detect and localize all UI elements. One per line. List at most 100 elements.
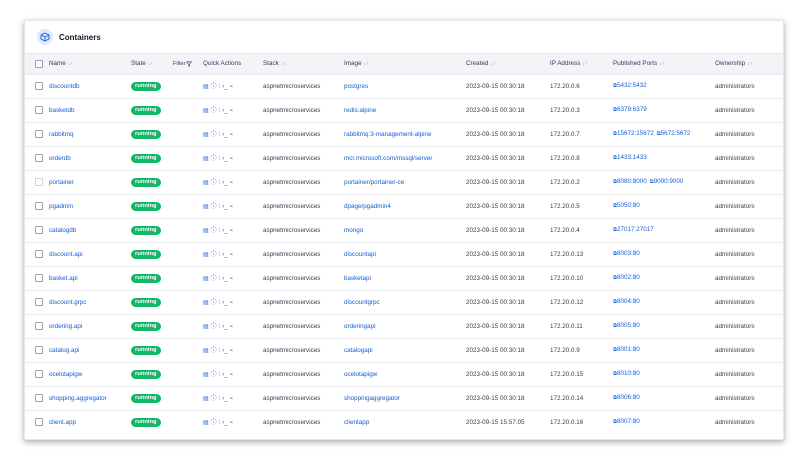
image-link[interactable]: clientapp <box>344 419 369 426</box>
stats-icon[interactable]: ⫶ <box>219 276 221 282</box>
column-state[interactable]: State ↓↑ <box>131 54 173 74</box>
logs-icon[interactable]: ▤ <box>203 156 209 162</box>
row-checkbox[interactable] <box>35 298 43 306</box>
container-name-link[interactable]: discount.grpc <box>49 299 86 306</box>
inspect-icon[interactable]: ⓘ <box>211 204 217 210</box>
console-icon[interactable]: ›_ <box>222 396 227 402</box>
inspect-icon[interactable]: ⓘ <box>211 108 217 114</box>
column-ownership[interactable]: Ownership ↓↑ <box>715 54 783 74</box>
attach-icon[interactable]: ⌁ <box>230 84 234 90</box>
row-checkbox[interactable] <box>35 274 43 282</box>
console-icon[interactable]: ›_ <box>222 132 227 138</box>
stats-icon[interactable]: ⫶ <box>219 324 221 330</box>
console-icon[interactable]: ›_ <box>222 204 227 210</box>
inspect-icon[interactable]: ⓘ <box>211 276 217 282</box>
image-link[interactable]: shoppingaggregator <box>344 395 400 402</box>
published-port-link[interactable]: ⧉27017:27017 <box>613 226 654 233</box>
stats-icon[interactable]: ⫶ <box>219 396 221 402</box>
image-link[interactable]: mcr.microsoft.com/mssql/server <box>344 155 433 162</box>
console-icon[interactable]: ›_ <box>222 156 227 162</box>
row-checkbox[interactable] <box>35 130 43 138</box>
inspect-icon[interactable]: ⓘ <box>211 156 217 162</box>
column-ip-address[interactable]: IP Address ↓↑ <box>550 54 613 74</box>
published-port-link[interactable]: ⧉6379:6379 <box>613 106 647 113</box>
select-all-checkbox[interactable] <box>35 59 43 68</box>
inspect-icon[interactable]: ⓘ <box>211 372 217 378</box>
container-name-link[interactable]: rabbitmq <box>49 131 74 138</box>
column-stack[interactable]: Stack ↓↑ <box>263 54 344 74</box>
container-name-link[interactable]: discountdb <box>49 83 79 90</box>
logs-icon[interactable]: ▤ <box>203 348 209 354</box>
inspect-icon[interactable]: ⓘ <box>211 324 217 330</box>
inspect-icon[interactable]: ⓘ <box>211 84 217 90</box>
attach-icon[interactable]: ⌁ <box>230 156 234 162</box>
published-port-link[interactable]: ⧉5672:5672 <box>657 130 691 137</box>
console-icon[interactable]: ›_ <box>222 84 227 90</box>
container-name-link[interactable]: catalog.api <box>49 347 79 354</box>
published-port-link[interactable]: ⧉8080:8000 <box>613 178 647 185</box>
stats-icon[interactable]: ⫶ <box>219 372 221 378</box>
logs-icon[interactable]: ▤ <box>203 180 209 186</box>
console-icon[interactable]: ›_ <box>222 228 227 234</box>
published-port-link[interactable]: ⧉15672:15672 <box>613 130 654 137</box>
console-icon[interactable]: ›_ <box>222 180 227 186</box>
container-name-link[interactable]: basketdb <box>49 107 75 114</box>
published-port-link[interactable]: ⧉8001:80 <box>613 346 640 353</box>
container-name-link[interactable]: catalogdb <box>49 227 76 234</box>
attach-icon[interactable]: ⌁ <box>230 372 234 378</box>
inspect-icon[interactable]: ⓘ <box>211 252 217 258</box>
logs-icon[interactable]: ▤ <box>203 420 209 426</box>
inspect-icon[interactable]: ⓘ <box>211 396 217 402</box>
inspect-icon[interactable]: ⓘ <box>211 300 217 306</box>
published-port-link[interactable]: ⧉8007:80 <box>613 418 640 425</box>
image-link[interactable]: basketapi <box>344 275 371 282</box>
published-port-link[interactable]: ⧉5050:80 <box>613 202 640 209</box>
attach-icon[interactable]: ⌁ <box>230 276 234 282</box>
console-icon[interactable]: ›_ <box>222 372 227 378</box>
image-link[interactable]: orderingapi <box>344 323 376 330</box>
column-name[interactable]: Name ↓↑ <box>49 54 131 74</box>
attach-icon[interactable]: ⌁ <box>230 228 234 234</box>
container-name-link[interactable]: ordering.api <box>49 323 82 330</box>
image-link[interactable]: ocelotapigw <box>344 371 377 378</box>
published-port-link[interactable]: ⧉8002:80 <box>613 274 640 281</box>
image-link[interactable]: postgres <box>344 83 368 90</box>
image-link[interactable]: redis:alpine <box>344 107 376 114</box>
stats-icon[interactable]: ⫶ <box>219 156 221 162</box>
published-port-link[interactable]: ⧉8004:80 <box>613 298 640 305</box>
container-name-link[interactable]: ocelotapigw <box>49 371 82 378</box>
published-port-link[interactable]: ⧉8010:80 <box>613 370 640 377</box>
console-icon[interactable]: ›_ <box>222 324 227 330</box>
logs-icon[interactable]: ▤ <box>203 204 209 210</box>
logs-icon[interactable]: ▤ <box>203 300 209 306</box>
logs-icon[interactable]: ▤ <box>203 324 209 330</box>
row-checkbox[interactable] <box>35 346 43 354</box>
image-link[interactable]: portainer/portainer-ce <box>344 179 404 186</box>
image-link[interactable]: discountgrpc <box>344 299 380 306</box>
logs-icon[interactable]: ▤ <box>203 276 209 282</box>
container-name-link[interactable]: orderdb <box>49 155 71 162</box>
inspect-icon[interactable]: ⓘ <box>211 228 217 234</box>
logs-icon[interactable]: ▤ <box>203 228 209 234</box>
image-link[interactable]: rabbitmq:3-management-alpine <box>344 131 432 138</box>
image-link[interactable]: discountapi <box>344 251 376 258</box>
state-filter[interactable]: Filter <box>173 54 203 74</box>
attach-icon[interactable]: ⌁ <box>230 252 234 258</box>
console-icon[interactable]: ›_ <box>222 300 227 306</box>
attach-icon[interactable]: ⌁ <box>230 204 234 210</box>
container-name-link[interactable]: client.app <box>49 419 76 426</box>
container-name-link[interactable]: shopping.aggregator <box>49 395 107 402</box>
published-port-link[interactable]: ⧉8005:80 <box>613 322 640 329</box>
row-checkbox[interactable] <box>35 154 43 162</box>
row-checkbox[interactable] <box>35 106 43 114</box>
stats-icon[interactable]: ⫶ <box>219 204 221 210</box>
published-port-link[interactable]: ⧉1433:1433 <box>613 154 647 161</box>
published-port-link[interactable]: ⧉5432:5432 <box>613 82 647 89</box>
inspect-icon[interactable]: ⓘ <box>211 132 217 138</box>
image-link[interactable]: catalogapi <box>344 347 373 354</box>
container-name-link[interactable]: basket.api <box>49 275 78 282</box>
logs-icon[interactable]: ▤ <box>203 396 209 402</box>
inspect-icon[interactable]: ⓘ <box>211 420 217 426</box>
published-port-link[interactable]: ⧉9000:9000 <box>650 178 684 185</box>
console-icon[interactable]: ›_ <box>222 108 227 114</box>
